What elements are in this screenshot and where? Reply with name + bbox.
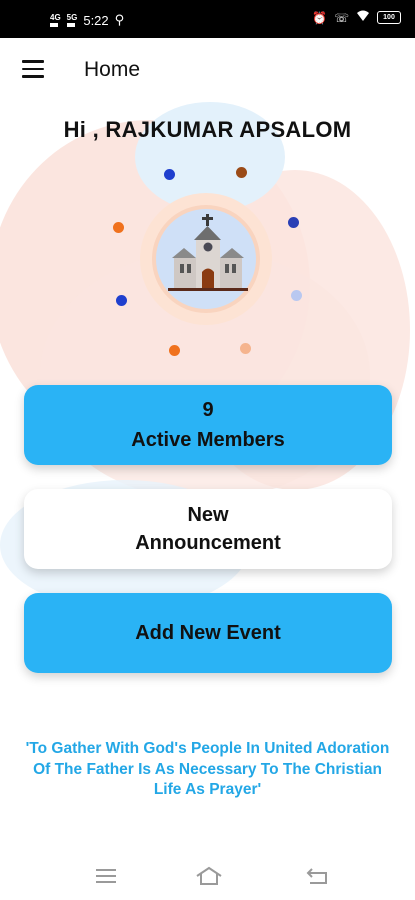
add-new-event-label: Add New Event <box>135 622 281 644</box>
battery-level: 100 <box>383 14 395 21</box>
nav-back-icon[interactable] <box>306 867 328 890</box>
orbit-dot <box>236 167 247 178</box>
call-icon: ☏ <box>333 10 349 25</box>
network-2-label: 5G <box>66 12 78 22</box>
usb-icon: ⚲ <box>114 12 125 27</box>
app-bar: Home <box>0 38 415 102</box>
system-nav-bar <box>0 840 415 900</box>
orbit-dot <box>291 290 302 301</box>
announcement-line-2: Announcement <box>135 532 281 554</box>
new-announcement-card[interactable]: New Announcement <box>24 489 392 569</box>
church-icon <box>168 214 248 291</box>
orbit-dot <box>169 345 180 356</box>
active-members-label: Active Members <box>131 429 285 451</box>
orbit-dot <box>113 222 124 233</box>
announcement-line-1: New <box>187 504 229 526</box>
orbit-dot <box>288 217 299 228</box>
add-new-event-card[interactable]: Add New Event <box>24 593 392 673</box>
status-bar: 4G 5G 5:22 ⚲ ⏰ ☏ 100 <box>0 0 415 38</box>
signal-icon <box>50 22 58 27</box>
status-right: ⏰ ☏ 100 <box>312 10 401 25</box>
battery-icon: 100 <box>377 11 401 24</box>
alarm-icon: ⏰ <box>312 10 327 25</box>
nav-recents-icon[interactable] <box>96 868 116 889</box>
orbit-dot <box>116 295 127 306</box>
wifi-icon <box>356 10 370 25</box>
network-indicator: 4G <box>50 12 61 27</box>
signal-icon-2 <box>66 22 75 27</box>
quote-text: 'To Gather With God's People In United A… <box>25 740 390 798</box>
greeting-text: Hi , RAJKUMAR APSALOM <box>63 117 352 142</box>
page-title: Home <box>84 58 141 81</box>
nav-home-icon[interactable] <box>195 866 223 891</box>
menu-icon[interactable] <box>22 60 44 78</box>
orbit-dot <box>164 169 175 180</box>
orbit-dot <box>240 343 251 354</box>
active-members-count: 9 <box>202 399 214 421</box>
status-left: 4G 5G 5:22 ⚲ <box>50 12 124 28</box>
active-members-card[interactable]: 9 Active Members <box>24 385 392 465</box>
network-1-label: 4G <box>50 12 61 22</box>
network-indicator-2: 5G <box>66 12 78 27</box>
status-time: 5:22 <box>83 12 109 28</box>
